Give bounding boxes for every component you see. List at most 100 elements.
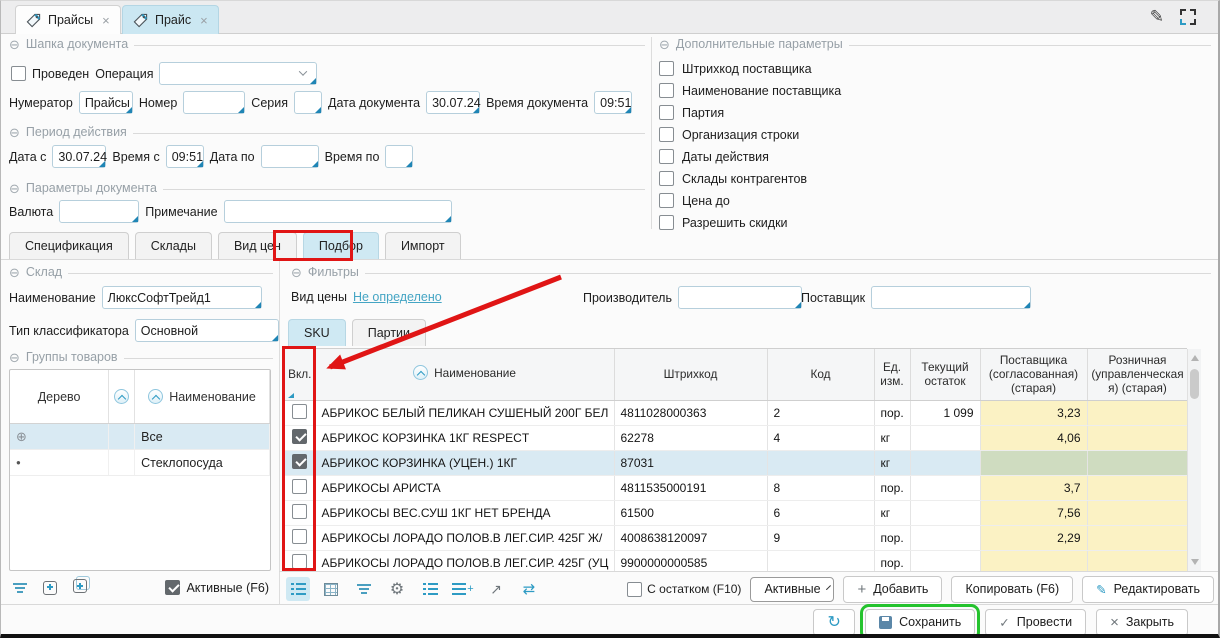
export-icon[interactable]: ↗	[484, 577, 508, 601]
time-from-field[interactable]: 09:51	[166, 145, 204, 168]
refresh-button[interactable]: ↻	[813, 609, 855, 636]
row-include-checkbox[interactable]	[292, 454, 307, 469]
doc-date-field[interactable]: 30.07.24	[426, 91, 480, 114]
post-button[interactable]: ✓Провести	[985, 609, 1086, 636]
scroll-thumb[interactable]	[1190, 369, 1199, 399]
active-groups-checkbox[interactable]	[165, 580, 180, 595]
posted-checkbox[interactable]	[11, 66, 26, 81]
grid-view-icon[interactable]	[319, 577, 343, 601]
warehouse-name-field[interactable]: ЛюксСофтТрейд1	[102, 286, 262, 309]
tree-sort-header[interactable]	[109, 370, 135, 423]
collapse-icon[interactable]: ⊖	[9, 126, 20, 139]
col-header-supplier-price[interactable]: Поставщика (согласованная) (старая)	[980, 349, 1087, 400]
param-price-to[interactable]: Цена до	[659, 193, 841, 208]
tab-pricelists[interactable]: Прайсы ×	[15, 5, 121, 34]
currency-field[interactable]	[59, 200, 139, 223]
tab-batches[interactable]: Партии	[352, 319, 426, 346]
date-from-field[interactable]: 30.07.24	[52, 145, 106, 168]
add-button[interactable]: +Добавить	[843, 576, 942, 603]
active-filter-select[interactable]: Активные	[750, 577, 834, 602]
tab-price-types[interactable]: Вид цен	[218, 232, 297, 259]
col-header-barcode[interactable]: Штрихкод	[614, 349, 767, 400]
manufacturer-field[interactable]	[678, 286, 802, 309]
scroll-up-icon[interactable]	[1191, 355, 1199, 361]
table-row[interactable]: АБРИКОСЫ ЛОРАДО ПОЛОВ.В ЛЕГ.СИР. 425Г Ж/…	[285, 525, 1187, 550]
note-field[interactable]	[224, 200, 452, 223]
date-to-field[interactable]	[261, 145, 319, 168]
checkbox[interactable]	[659, 105, 674, 120]
collapse-icon[interactable]: ⊖	[9, 266, 20, 279]
param-batch[interactable]: Партия	[659, 105, 841, 120]
param-validity-dates[interactable]: Даты действия	[659, 149, 841, 164]
param-counterparty-warehouses[interactable]: Склады контрагентов	[659, 171, 841, 186]
collapse-icon[interactable]: ⊖	[9, 351, 20, 364]
tab-selection[interactable]: Подбор	[303, 232, 379, 259]
collapse-icon[interactable]: ⊖	[9, 38, 20, 51]
add-row-icon[interactable]: +	[451, 577, 475, 601]
swap-refresh-icon[interactable]: ⇄	[517, 577, 541, 601]
row-include-checkbox[interactable]	[292, 554, 307, 569]
numerator-field[interactable]: Прайсы	[79, 91, 133, 114]
checkbox[interactable]	[659, 83, 674, 98]
checkbox[interactable]	[659, 61, 674, 76]
param-row-organization[interactable]: Организация строки	[659, 127, 841, 142]
col-header-name[interactable]: Наименование	[315, 349, 614, 400]
with-stock-checkbox[interactable]	[627, 582, 642, 597]
sort-asc-icon[interactable]	[114, 389, 129, 404]
supplier-field[interactable]	[871, 286, 1031, 309]
tab-warehouses[interactable]: Склады	[135, 232, 212, 259]
col-header-retail-price[interactable]: Розничная (управленческая я) (старая)	[1087, 349, 1187, 400]
row-include-checkbox[interactable]	[292, 504, 307, 519]
tab-sku[interactable]: SKU	[288, 319, 346, 346]
sort-asc-icon[interactable]	[413, 365, 428, 380]
checkbox[interactable]	[659, 149, 674, 164]
classifier-type-field[interactable]: Основной	[135, 319, 279, 342]
save-button[interactable]: Сохранить	[865, 609, 975, 636]
settings-gear-icon[interactable]: ⚙	[385, 577, 409, 601]
checkbox[interactable]	[659, 193, 674, 208]
col-header-code[interactable]: Код	[767, 349, 874, 400]
fullscreen-icon[interactable]	[1180, 9, 1196, 25]
time-to-field[interactable]	[385, 145, 413, 168]
table-row[interactable]: АБРИКОС БЕЛЫЙ ПЕЛИКАН СУШЕНЫЙ 200Г БЕЛ 4…	[285, 400, 1187, 425]
row-include-checkbox[interactable]	[292, 429, 307, 444]
table-row[interactable]: АБРИКОС КОРЗИНКА 1КГ RESPECT 62278 4 кг …	[285, 425, 1187, 450]
table-row-selected[interactable]: АБРИКОС КОРЗИНКА (УЦЕН.) 1КГ 87031 кг	[285, 450, 1187, 475]
edit-button[interactable]: ✎Редактировать	[1082, 576, 1214, 603]
close-tab-icon[interactable]: ×	[200, 13, 208, 28]
row-include-checkbox[interactable]	[292, 529, 307, 544]
param-supplier-barcode[interactable]: Штрихкод поставщика	[659, 61, 841, 76]
tree-filter-icon[interactable]	[13, 583, 27, 593]
filter-icon[interactable]	[352, 577, 376, 601]
table-row[interactable]: АБРИКОСЫ ЛОРАДО ПОЛОВ.В ЛЕГ.СИР. 425Г (У…	[285, 550, 1187, 572]
doc-time-field[interactable]: 09:51	[594, 91, 632, 114]
table-row[interactable]: АБРИКОСЫ ВЕС.СУШ 1КГ НЕТ БРЕНДА 61500 6 …	[285, 500, 1187, 525]
series-field[interactable]	[294, 91, 322, 114]
collapse-icon[interactable]: ⊖	[291, 266, 302, 279]
number-field[interactable]	[183, 91, 245, 114]
checkbox[interactable]	[659, 215, 674, 230]
sort-asc-icon[interactable]	[148, 389, 163, 404]
row-include-checkbox[interactable]	[292, 404, 307, 419]
collapse-icon[interactable]: ⊖	[9, 182, 20, 195]
param-allow-discounts[interactable]: Разрешить скидки	[659, 215, 841, 230]
numbered-list-icon[interactable]	[418, 577, 442, 601]
tree-row-all[interactable]: ⊕ Все	[10, 424, 270, 450]
param-supplier-name[interactable]: Наименование поставщика	[659, 83, 841, 98]
expand-node-icon[interactable]: ⊕	[16, 430, 27, 443]
scroll-down-icon[interactable]	[1191, 559, 1199, 565]
close-button[interactable]: ×Закрыть	[1096, 609, 1188, 636]
expand-group-icon[interactable]	[43, 581, 57, 595]
name-column-header[interactable]: Наименование	[135, 370, 270, 423]
table-row[interactable]: АБРИКОСЫ АРИСТА 4811535000191 8 пор. 3,7	[285, 475, 1187, 500]
tree-row-glassware[interactable]: ● Стеклопосуда	[10, 450, 270, 476]
table-scrollbar[interactable]	[1187, 349, 1201, 571]
expand-all-groups-icon[interactable]	[73, 579, 87, 596]
tree-column-header[interactable]: Дерево	[10, 370, 109, 423]
operation-select[interactable]	[159, 62, 317, 85]
tab-import[interactable]: Импорт	[385, 232, 461, 259]
close-tab-icon[interactable]: ×	[102, 13, 110, 28]
tab-specification[interactable]: Спецификация	[9, 232, 129, 259]
edit-pencil-icon[interactable]: ✎	[1150, 7, 1164, 27]
tab-pricelist[interactable]: Прайс ×	[122, 5, 219, 34]
